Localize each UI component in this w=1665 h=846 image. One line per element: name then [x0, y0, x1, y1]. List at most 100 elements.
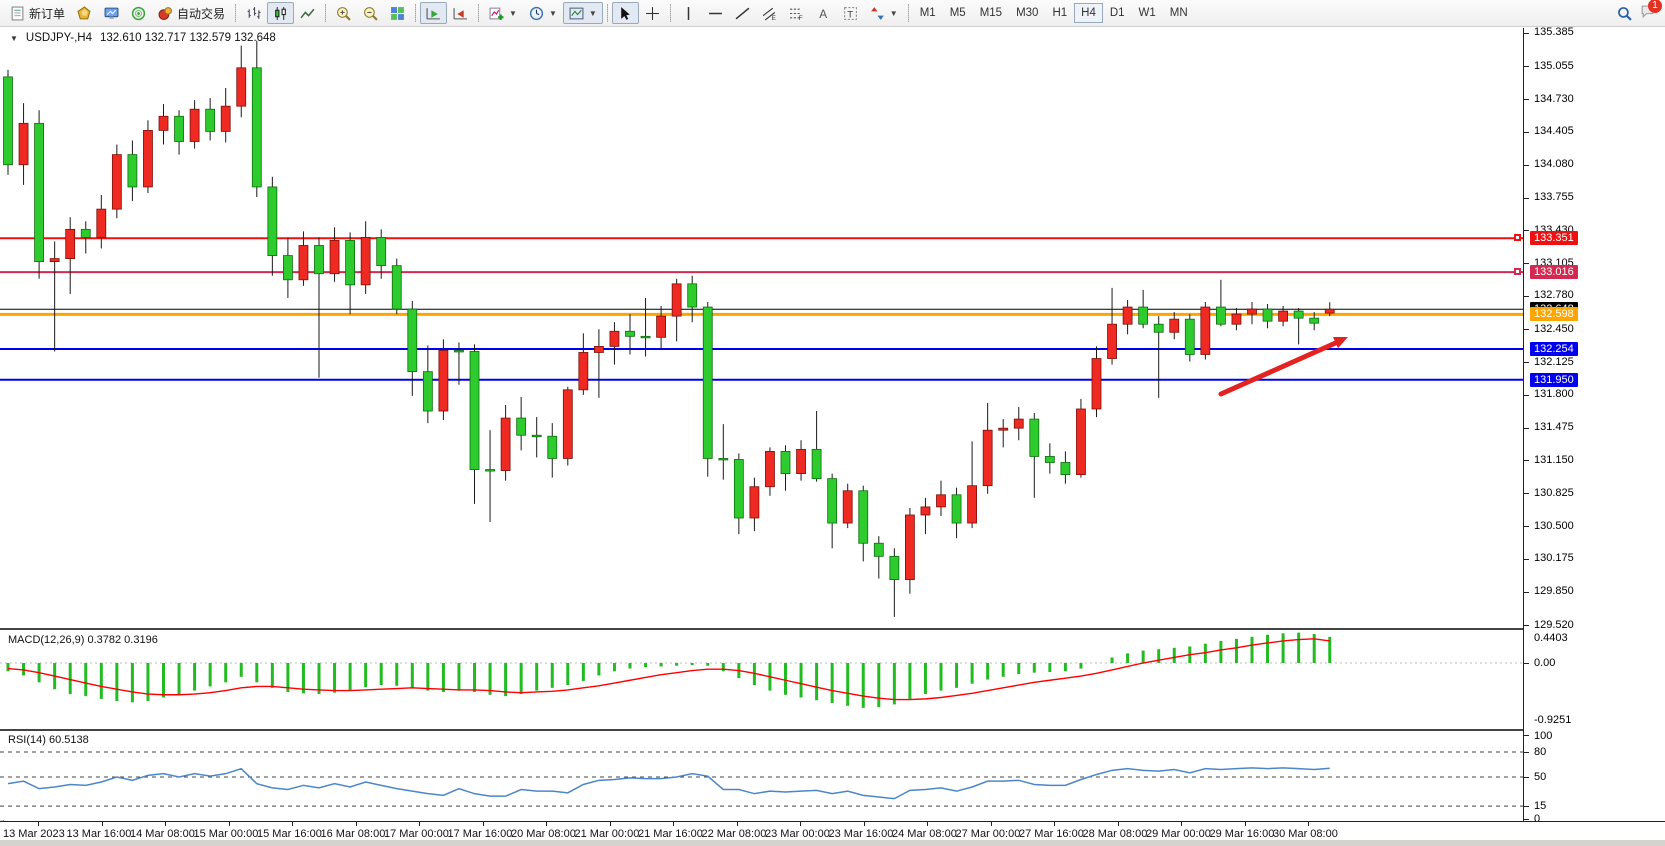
candle [1263, 304, 1272, 328]
horizontal-line-tool[interactable] [702, 2, 729, 24]
candle [1185, 314, 1194, 361]
signals-button[interactable] [125, 2, 152, 24]
candle [1108, 288, 1117, 365]
bar-chart-button[interactable] [240, 2, 267, 24]
vertical-line-tool[interactable] [675, 2, 702, 24]
price-tick-label: 131.475 [1534, 421, 1574, 434]
candle [330, 227, 339, 282]
tf-d1[interactable]: D1 [1103, 3, 1132, 23]
fibonacci-icon: F [789, 6, 804, 21]
macd-signal-line [8, 639, 1330, 700]
trendline-tool[interactable] [729, 2, 756, 24]
candle [641, 298, 650, 357]
tf-m1[interactable]: M1 [913, 3, 943, 23]
time-axis-label: 14 Mar 08:00 [130, 828, 195, 840]
text-tool[interactable]: A [810, 2, 837, 24]
price-level-tag: 132.254 [1530, 342, 1578, 356]
candle [812, 411, 821, 482]
axis-tick [1524, 460, 1529, 461]
time-axis-label: 16 Mar 08:00 [321, 828, 386, 840]
candle [268, 177, 277, 276]
collapse-triangle-icon[interactable]: ▼ [10, 34, 18, 43]
line-chart-button[interactable] [294, 2, 321, 24]
axis-tick [1524, 663, 1529, 664]
time-axis-label: 24 Mar 08:00 [892, 828, 957, 840]
zoom-out-button[interactable] [357, 2, 384, 24]
notifications-button[interactable]: 1 [1640, 4, 1655, 22]
price-level-tag: 133.351 [1530, 231, 1578, 245]
candle [968, 441, 977, 528]
zoom-in-button[interactable] [330, 2, 357, 24]
strategy-tester-button[interactable] [98, 2, 125, 24]
candle [952, 488, 961, 538]
axis-tick [1524, 362, 1529, 363]
tile-windows-icon [390, 6, 405, 21]
axis-tick [1524, 592, 1529, 593]
chart-header[interactable]: ▼ USDJPY-,H4 132.610 132.717 132.579 132… [10, 32, 276, 44]
time-axis-tick [356, 822, 357, 826]
toolbar-separator [325, 4, 326, 22]
time-axis-tick [292, 822, 293, 826]
market-depth-button[interactable] [71, 2, 98, 24]
pane-separator[interactable] [0, 729, 1523, 731]
axis-tick [1524, 230, 1529, 231]
candle [719, 424, 728, 480]
time-axis-label: 21 Mar 00:00 [575, 828, 640, 840]
auto-scroll-button[interactable] [420, 2, 447, 24]
candle [361, 221, 370, 294]
fibonacci-tool[interactable]: F [783, 2, 810, 24]
time-axis-label: 17 Mar 16:00 [448, 828, 513, 840]
search-icon[interactable] [1617, 6, 1632, 21]
chart-shift-button[interactable] [447, 2, 474, 24]
axis-tick [1524, 395, 1529, 396]
tf-m15[interactable]: M15 [973, 3, 1009, 23]
tf-m5[interactable]: M5 [943, 3, 973, 23]
add-indicator-button[interactable]: ▼ [483, 2, 523, 24]
price-axis-column[interactable]: 135.385135.055134.730134.405134.080133.7… [1523, 28, 1665, 846]
candle [143, 120, 152, 193]
rsi-80-label: 80 [1534, 746, 1546, 759]
time-axis-tick [546, 822, 547, 826]
time-axis-tick [1054, 822, 1055, 826]
line-drag-marker[interactable] [1514, 268, 1521, 275]
arrows-shapes-icon [870, 6, 885, 21]
chart-symbol-period: USDJPY-,H4 [26, 32, 92, 44]
equidistant-channel-tool[interactable]: E [756, 2, 783, 24]
text-label-tool[interactable]: T [837, 2, 864, 24]
candle [657, 306, 666, 349]
candle [517, 397, 526, 450]
periods-button[interactable]: ▼ [523, 2, 563, 24]
trend-arrow-annotation[interactable] [1221, 337, 1348, 394]
chevron-down-icon: ▼ [890, 9, 898, 18]
time-axis-tick [1245, 822, 1246, 826]
new-order-button[interactable]: 新订单 [4, 2, 71, 24]
candle [4, 70, 13, 175]
crosshair-button[interactable] [639, 2, 666, 24]
line-drag-marker[interactable] [1514, 234, 1521, 241]
zoom-in-icon [336, 6, 351, 21]
main-toolbar: 新订单 自动交易 [0, 0, 1665, 27]
clock-icon [529, 6, 544, 21]
candle [112, 145, 121, 219]
tf-h1[interactable]: H1 [1045, 3, 1074, 23]
cursor-button[interactable] [612, 2, 639, 24]
candle [999, 419, 1008, 447]
tf-m30[interactable]: M30 [1009, 3, 1045, 23]
macd-pane[interactable] [0, 630, 1523, 729]
pane-separator[interactable] [0, 628, 1523, 630]
candle [1201, 302, 1210, 360]
tf-w1[interactable]: W1 [1132, 3, 1163, 23]
price-chart[interactable] [0, 28, 1523, 628]
templates-button[interactable]: ▼ [563, 2, 603, 24]
axis-tick [1524, 99, 1529, 100]
candle [1014, 407, 1023, 440]
tile-windows-button[interactable] [384, 2, 411, 24]
tf-h4[interactable]: H4 [1074, 3, 1103, 23]
autotrade-button[interactable]: 自动交易 [152, 2, 231, 24]
candle [797, 440, 806, 480]
candlestick-chart-button[interactable] [267, 2, 294, 24]
tf-mn[interactable]: MN [1163, 3, 1195, 23]
arrows-tool[interactable]: ▼ [864, 2, 904, 24]
time-axis-tick [38, 822, 39, 826]
rsi-pane[interactable] [0, 731, 1523, 820]
